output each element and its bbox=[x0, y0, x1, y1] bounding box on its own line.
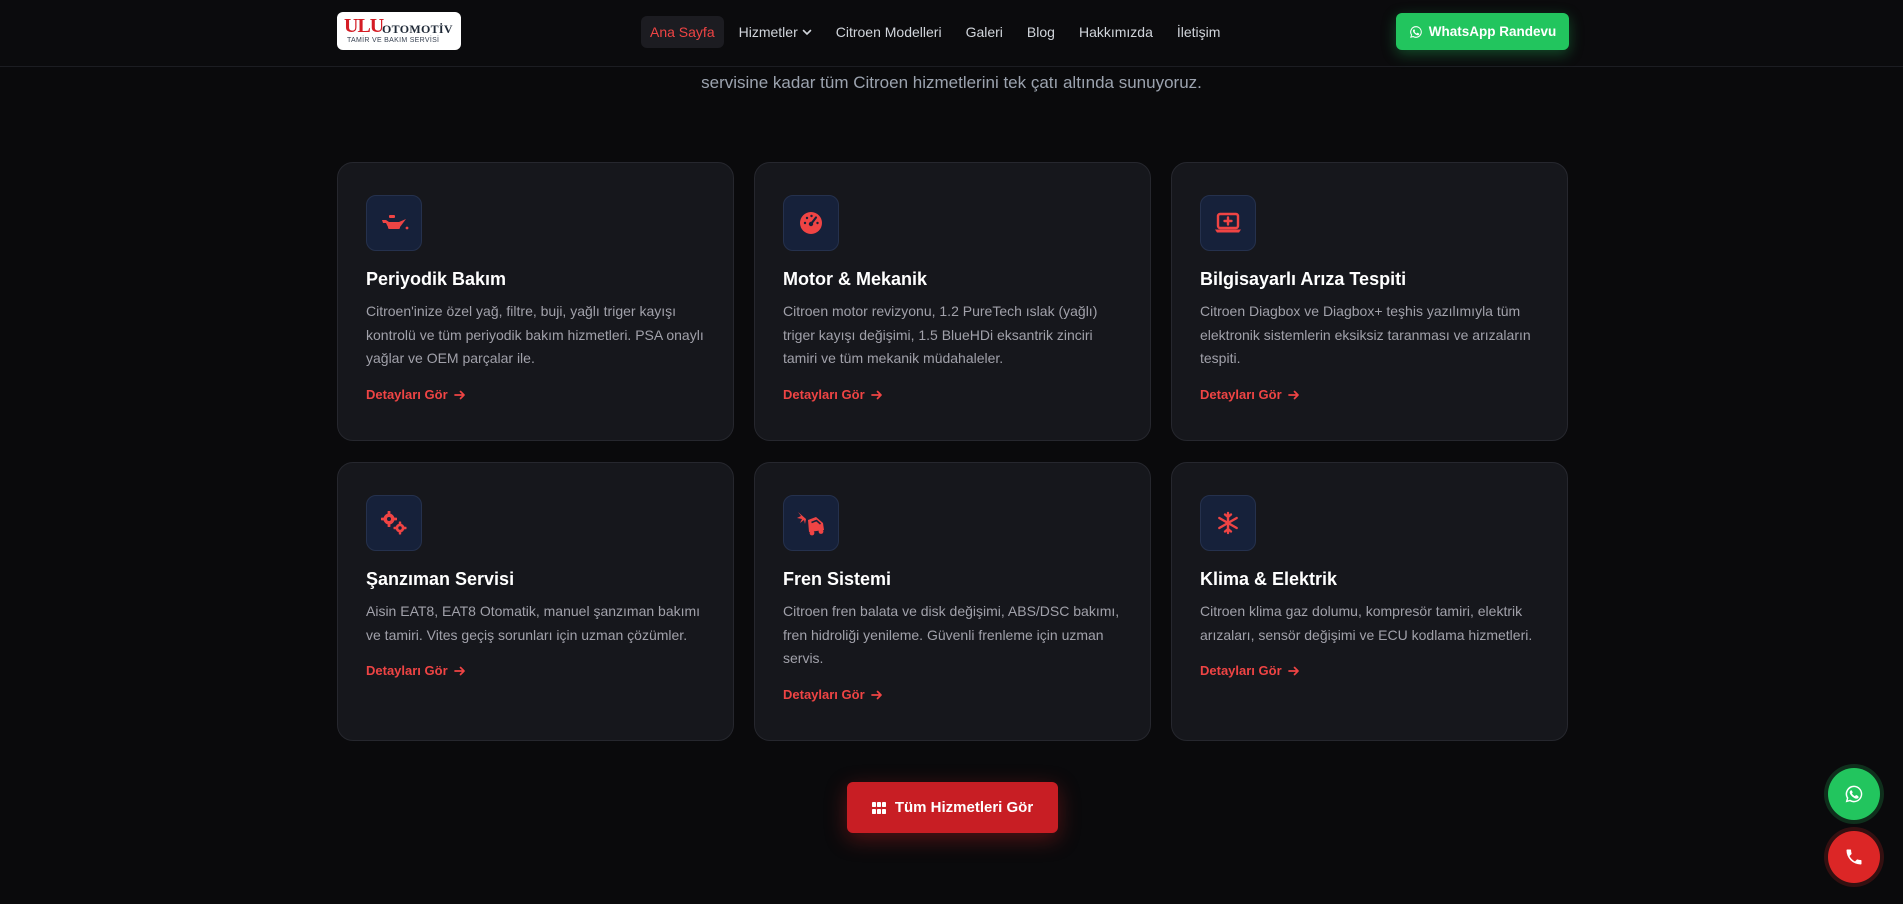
oil-can-icon bbox=[382, 215, 409, 230]
details-link-label: Detayları Gör bbox=[1200, 387, 1282, 402]
all-services-button[interactable]: Tüm Hizmetleri Gör bbox=[847, 782, 1058, 833]
details-link[interactable]: Detayları Gör bbox=[783, 687, 883, 702]
card-description: Citroen fren balata ve disk değişimi, AB… bbox=[783, 603, 1120, 666]
card-title: Fren Sistemi bbox=[783, 569, 892, 589]
arrow-right-icon bbox=[1287, 390, 1299, 399]
gears-icon bbox=[381, 511, 407, 535]
card-description: Citroen'inize özel yağ, filtre, buji, ya… bbox=[366, 303, 704, 366]
nav-item-home[interactable]: Ana Sayfa bbox=[641, 16, 724, 48]
service-card-ac-electric: Klima & Elektrik Citroen klima gaz dolum… bbox=[1171, 462, 1568, 741]
nav-item-blog[interactable]: Blog bbox=[1018, 16, 1064, 48]
card-description: Citroen Diagbox ve Diagbox+ teşhis yazıl… bbox=[1200, 303, 1531, 366]
card-description: Aisin EAT8, EAT8 Otomatik, manuel şanzım… bbox=[366, 603, 701, 643]
arrow-right-icon bbox=[870, 390, 882, 399]
nav-label: Citroen Modelleri bbox=[835, 24, 942, 40]
card-title: Klima & Elektrik bbox=[1200, 569, 1338, 589]
card-icon-box bbox=[783, 495, 839, 551]
nav-item-contact[interactable]: İletişim bbox=[1168, 16, 1230, 48]
whatsapp-icon bbox=[1845, 785, 1863, 803]
card-icon-box bbox=[783, 195, 839, 251]
floating-phone-button[interactable] bbox=[1828, 831, 1880, 883]
details-link-label: Detayları Gör bbox=[366, 663, 448, 678]
card-title: Motor & Mekanik bbox=[783, 269, 928, 289]
card-title: Şanzıman Servisi bbox=[366, 569, 515, 589]
card-title: Bilgisayarlı Arıza Tespiti bbox=[1200, 269, 1407, 289]
details-link-label: Detayları Gör bbox=[783, 387, 865, 402]
nav-label: Hakkımızda bbox=[1078, 24, 1153, 40]
gauge-icon bbox=[800, 212, 822, 234]
whatsapp-appointment-button[interactable]: WhatsApp Randevu bbox=[1396, 13, 1569, 50]
nav-item-gallery[interactable]: Galeri bbox=[957, 16, 1012, 48]
card-title: Periyodik Bakım bbox=[366, 269, 507, 289]
details-link-label: Detayları Gör bbox=[366, 387, 448, 402]
laptop-medical-icon bbox=[1215, 212, 1241, 233]
nav-label: Ana Sayfa bbox=[650, 24, 715, 40]
details-link[interactable]: Detayları Gör bbox=[1200, 387, 1300, 402]
service-card-periodic-maintenance: Periyodik Bakım Citroen'inize özel yağ, … bbox=[337, 162, 734, 441]
car-burst-icon bbox=[797, 512, 824, 536]
nav-label: Blog bbox=[1026, 24, 1055, 40]
details-link[interactable]: Detayları Gör bbox=[1200, 663, 1300, 678]
logo-tagline: TAMİR VE BAKIM SERVİSİ bbox=[347, 37, 440, 44]
chevron-down-icon bbox=[802, 29, 812, 36]
nav-item-citroen-models[interactable]: Citroen Modelleri bbox=[827, 16, 951, 48]
nav-label: Hizmetler bbox=[738, 24, 798, 40]
floating-whatsapp-button[interactable] bbox=[1828, 768, 1880, 820]
grid-icon bbox=[871, 801, 886, 814]
arrow-right-icon bbox=[870, 690, 882, 699]
details-link-label: Detayları Gör bbox=[1200, 663, 1282, 678]
details-link[interactable]: Detayları Gör bbox=[366, 663, 466, 678]
snowflake-icon bbox=[1218, 511, 1238, 535]
nav-item-about[interactable]: Hakkımızda bbox=[1070, 16, 1162, 48]
arrow-right-icon bbox=[1287, 666, 1299, 675]
arrow-right-icon bbox=[453, 666, 465, 675]
arrow-right-icon bbox=[453, 390, 465, 399]
logo-brand: ULU bbox=[344, 15, 384, 37]
service-card-computer-diagnostics: Bilgisayarlı Arıza Tespiti Citroen Diagb… bbox=[1171, 162, 1568, 441]
details-link[interactable]: Detayları Gör bbox=[366, 387, 466, 402]
phone-icon bbox=[1846, 849, 1862, 865]
nav-label: Galeri bbox=[965, 24, 1003, 40]
card-description: Citroen motor revizyonu, 1.2 PureTech ıs… bbox=[783, 303, 1098, 366]
card-icon-box bbox=[1200, 195, 1256, 251]
logo[interactable]: ULU OTOMOTİV TAMİR VE BAKIM SERVİSİ bbox=[337, 12, 461, 50]
nav-label: İletişim bbox=[1176, 24, 1221, 40]
all-services-label: Tüm Hizmetleri Gör bbox=[894, 799, 1034, 816]
service-card-brake-system: Fren Sistemi Citroen fren balata ve disk… bbox=[754, 462, 1151, 741]
card-icon-box bbox=[366, 495, 422, 551]
whatsapp-icon bbox=[1409, 25, 1422, 38]
whatsapp-button-label: WhatsApp Randevu bbox=[1428, 24, 1557, 39]
details-link-label: Detayları Gör bbox=[783, 687, 865, 702]
logo-brand-rest: OTOMOTİV bbox=[382, 22, 453, 36]
details-link[interactable]: Detayları Gör bbox=[783, 387, 883, 402]
nav-item-services[interactable]: Hizmetler bbox=[730, 16, 821, 48]
section-intro-text: servisine kadar tüm Citroen hizmetlerini… bbox=[701, 73, 1202, 92]
site-header: ULU OTOMOTİV TAMİR VE BAKIM SERVİSİ Ana … bbox=[0, 0, 1903, 67]
main-nav: Ana Sayfa Hizmetler Citroen Modelleri Ga… bbox=[641, 14, 1229, 50]
card-icon-box bbox=[366, 195, 422, 251]
card-description: Citroen klima gaz dolumu, kompresör tami… bbox=[1200, 603, 1533, 643]
service-card-transmission: Şanzıman Servisi Aisin EAT8, EAT8 Otomat… bbox=[337, 462, 734, 741]
service-card-engine-mechanic: Motor & Mekanik Citroen motor revizyonu,… bbox=[754, 162, 1151, 441]
card-icon-box bbox=[1200, 495, 1256, 551]
